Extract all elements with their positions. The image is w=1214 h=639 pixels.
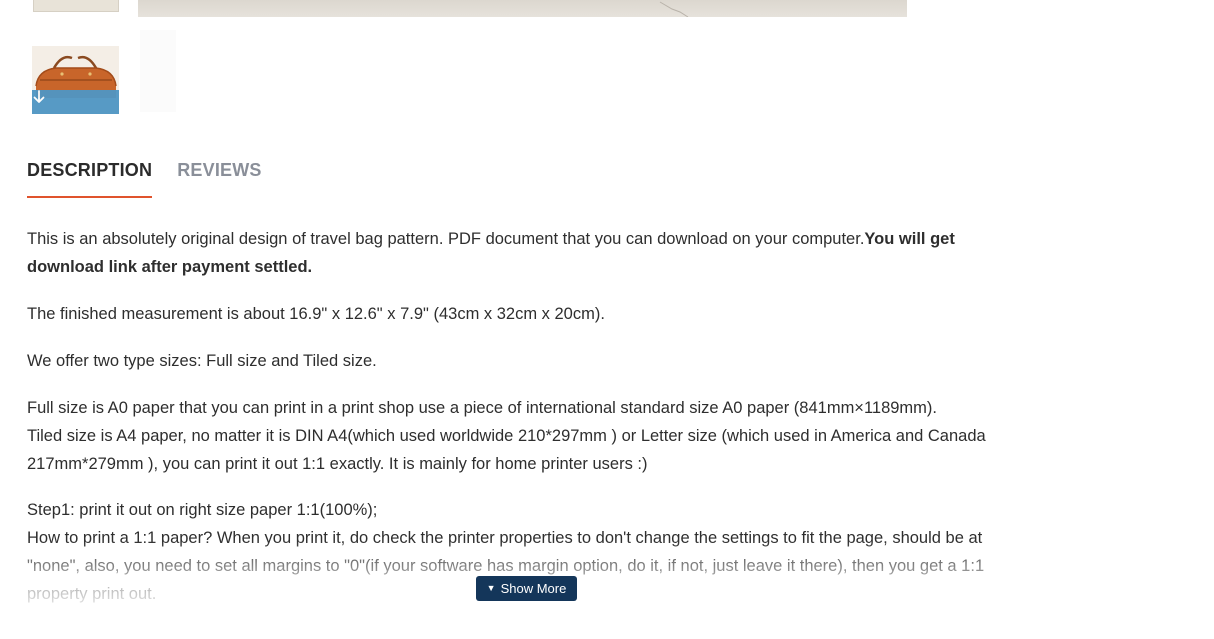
tab-description[interactable]: DESCRIPTION	[27, 160, 153, 198]
description-paragraph-intro: This is an absolutely original design of…	[27, 225, 1027, 281]
show-more-button[interactable]: ▼ Show More	[476, 576, 577, 601]
full-size-text: Full size is A0 paper that you can print…	[27, 399, 937, 417]
description-paragraph-size-details: Full size is A0 paper that you can print…	[27, 394, 1027, 478]
product-description: This is an absolutely original design of…	[27, 225, 1027, 627]
main-product-image	[138, 0, 907, 17]
product-page: DESCRIPTION REVIEWS This is an absolutel…	[0, 0, 1214, 639]
thumbnail-travel-bag[interactable]	[32, 46, 119, 114]
description-paragraph-measurement: The finished measurement is about 16.9" …	[27, 305, 605, 323]
scroll-down-button[interactable]	[32, 90, 119, 114]
show-more-label: Show More	[500, 581, 567, 596]
thumbnail-partial[interactable]	[33, 0, 119, 12]
arrow-down-icon	[33, 90, 45, 103]
image-texture	[659, 1, 689, 17]
description-paragraph-sizes: We offer two type sizes: Full size and T…	[27, 352, 377, 370]
intro-text: This is an absolutely original design of…	[27, 230, 865, 248]
tab-reviews[interactable]: REVIEWS	[177, 160, 261, 198]
product-tabs: DESCRIPTION REVIEWS	[27, 160, 262, 198]
caret-down-icon: ▼	[486, 583, 496, 593]
tiled-size-text: Tiled size is A4 paper, no matter it is …	[27, 427, 986, 473]
image-placeholder	[140, 30, 176, 112]
step1-text: Step1: print it out on right size paper …	[27, 501, 378, 519]
